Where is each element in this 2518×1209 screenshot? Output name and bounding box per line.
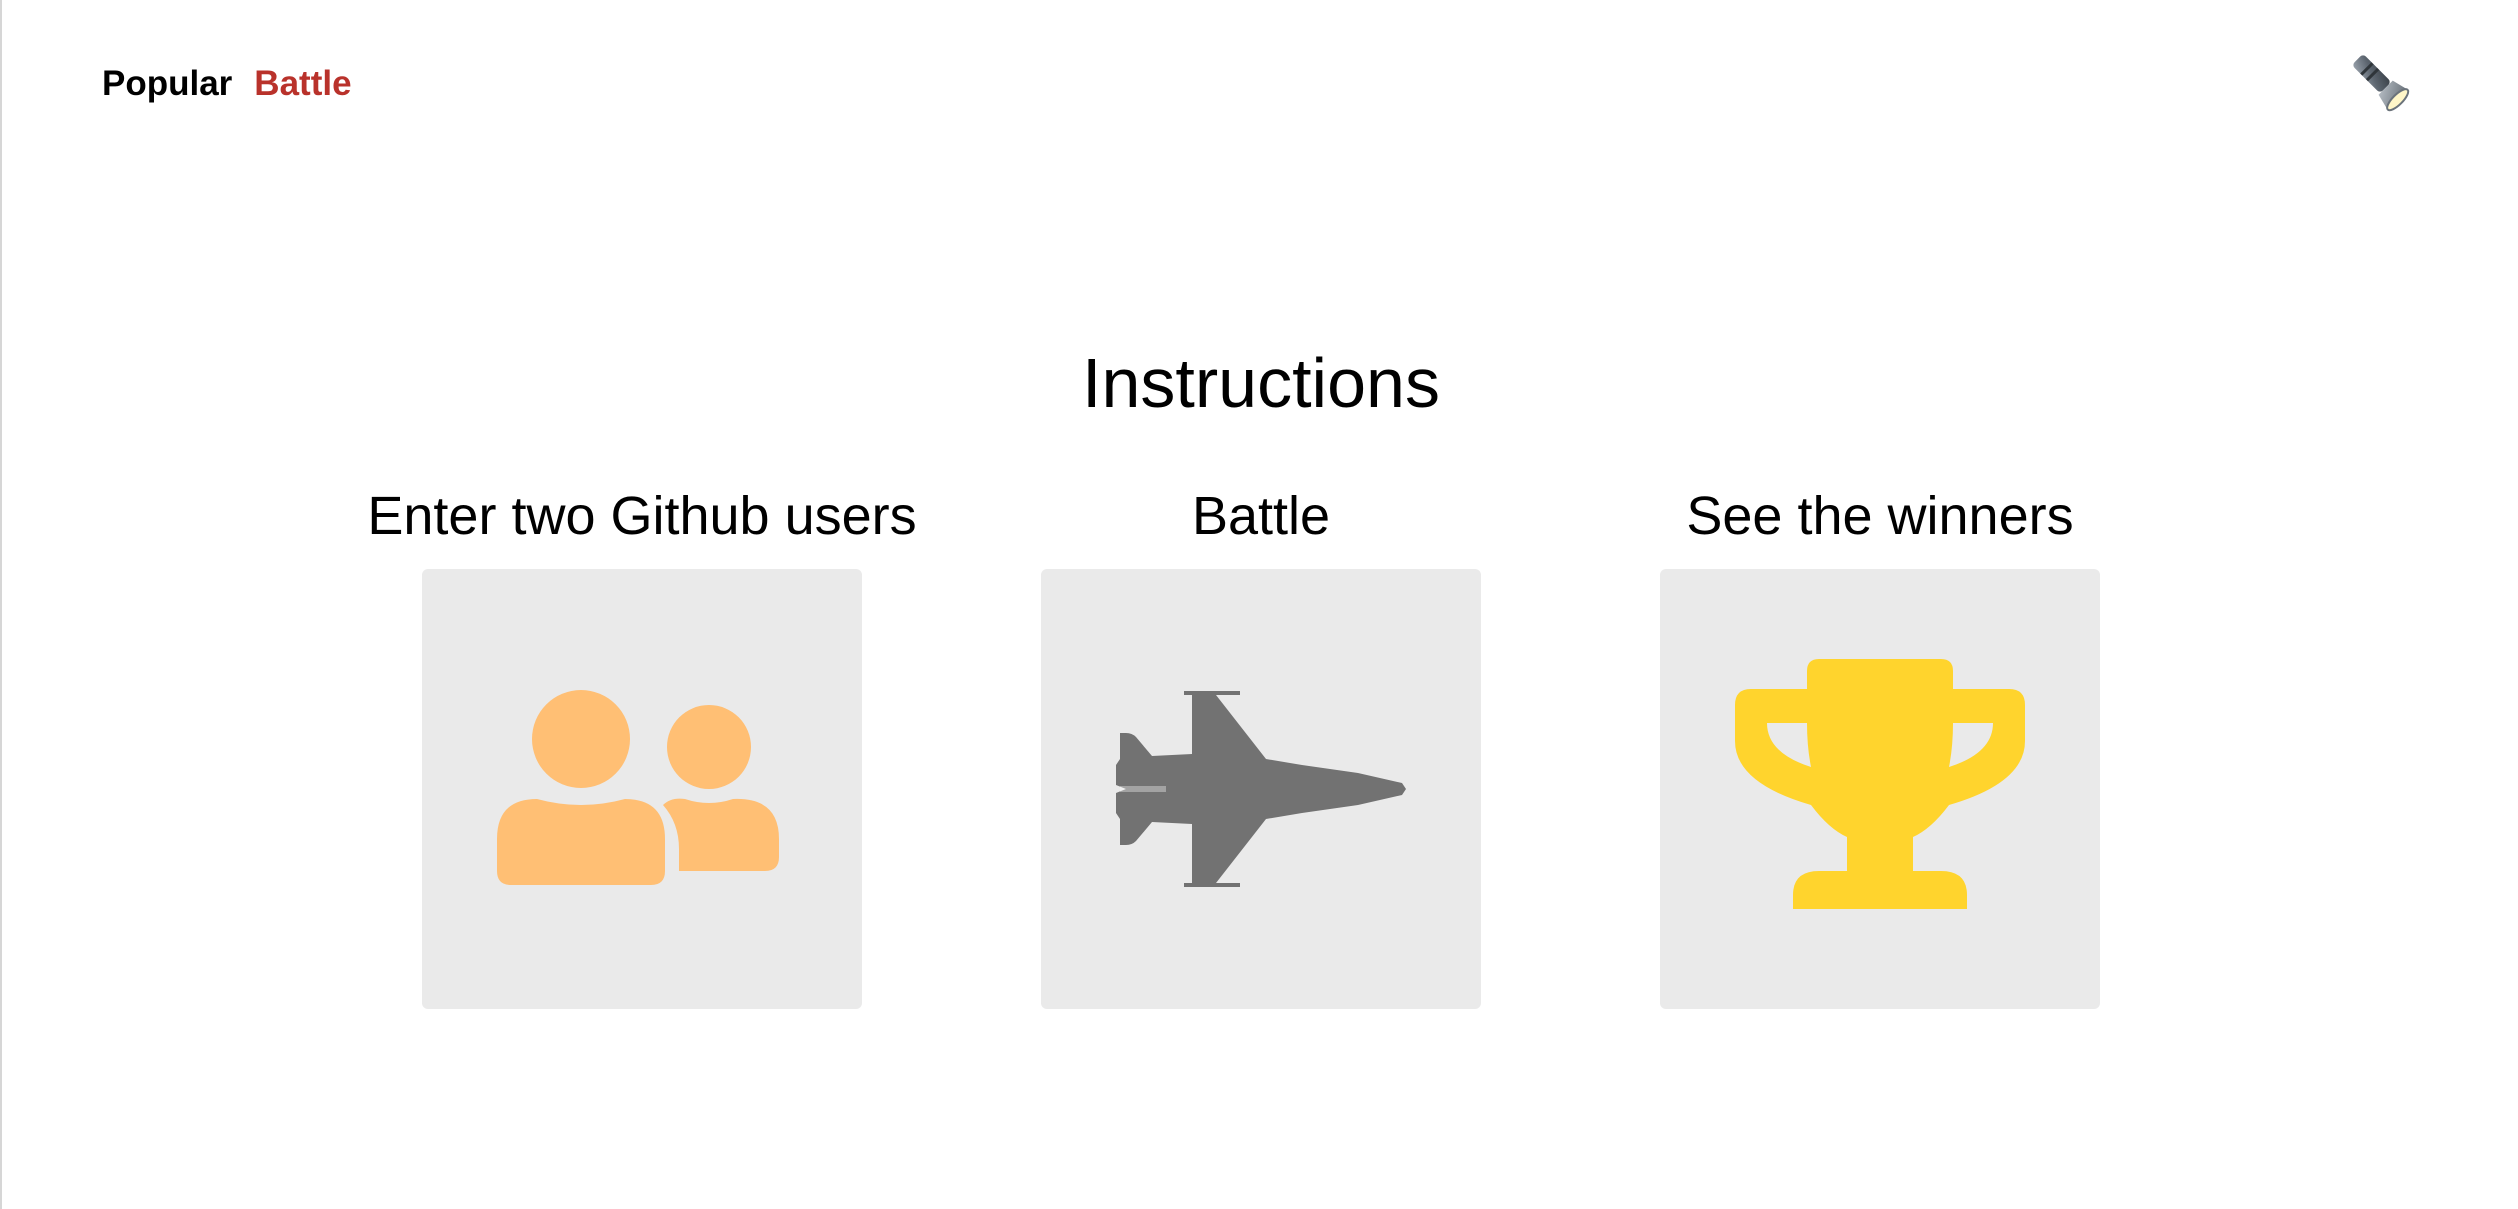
- flashlight-icon: [2353, 55, 2410, 112]
- instruction-step: See the winners: [1660, 478, 2100, 1009]
- theme-toggle-button[interactable]: [2342, 44, 2418, 120]
- step-title: See the winners: [1686, 486, 2074, 546]
- page-title: Instructions: [1082, 344, 1440, 422]
- trophy-icon: [1735, 659, 2025, 909]
- step-card: [1041, 569, 1481, 1009]
- instruction-step: Enter two Github users: [367, 478, 917, 1009]
- instructions-list: Enter two Github users Battle See the wi…: [2, 478, 2518, 1009]
- nav-link-popular[interactable]: Popular: [102, 60, 232, 108]
- top-nav: Popular Battle: [102, 60, 352, 108]
- nav-link-battle[interactable]: Battle: [254, 60, 351, 108]
- instruction-step: Battle: [1041, 478, 1481, 1009]
- step-title: Enter two Github users: [367, 486, 917, 546]
- step-card: [422, 569, 862, 1009]
- page: Popular Battle Instructions Enter two Gi…: [0, 0, 2518, 1209]
- fighter-jet-icon: [1116, 691, 1406, 887]
- step-card: [1660, 569, 2100, 1009]
- step-title: Battle: [1191, 486, 1331, 546]
- users-icon: [497, 690, 779, 885]
